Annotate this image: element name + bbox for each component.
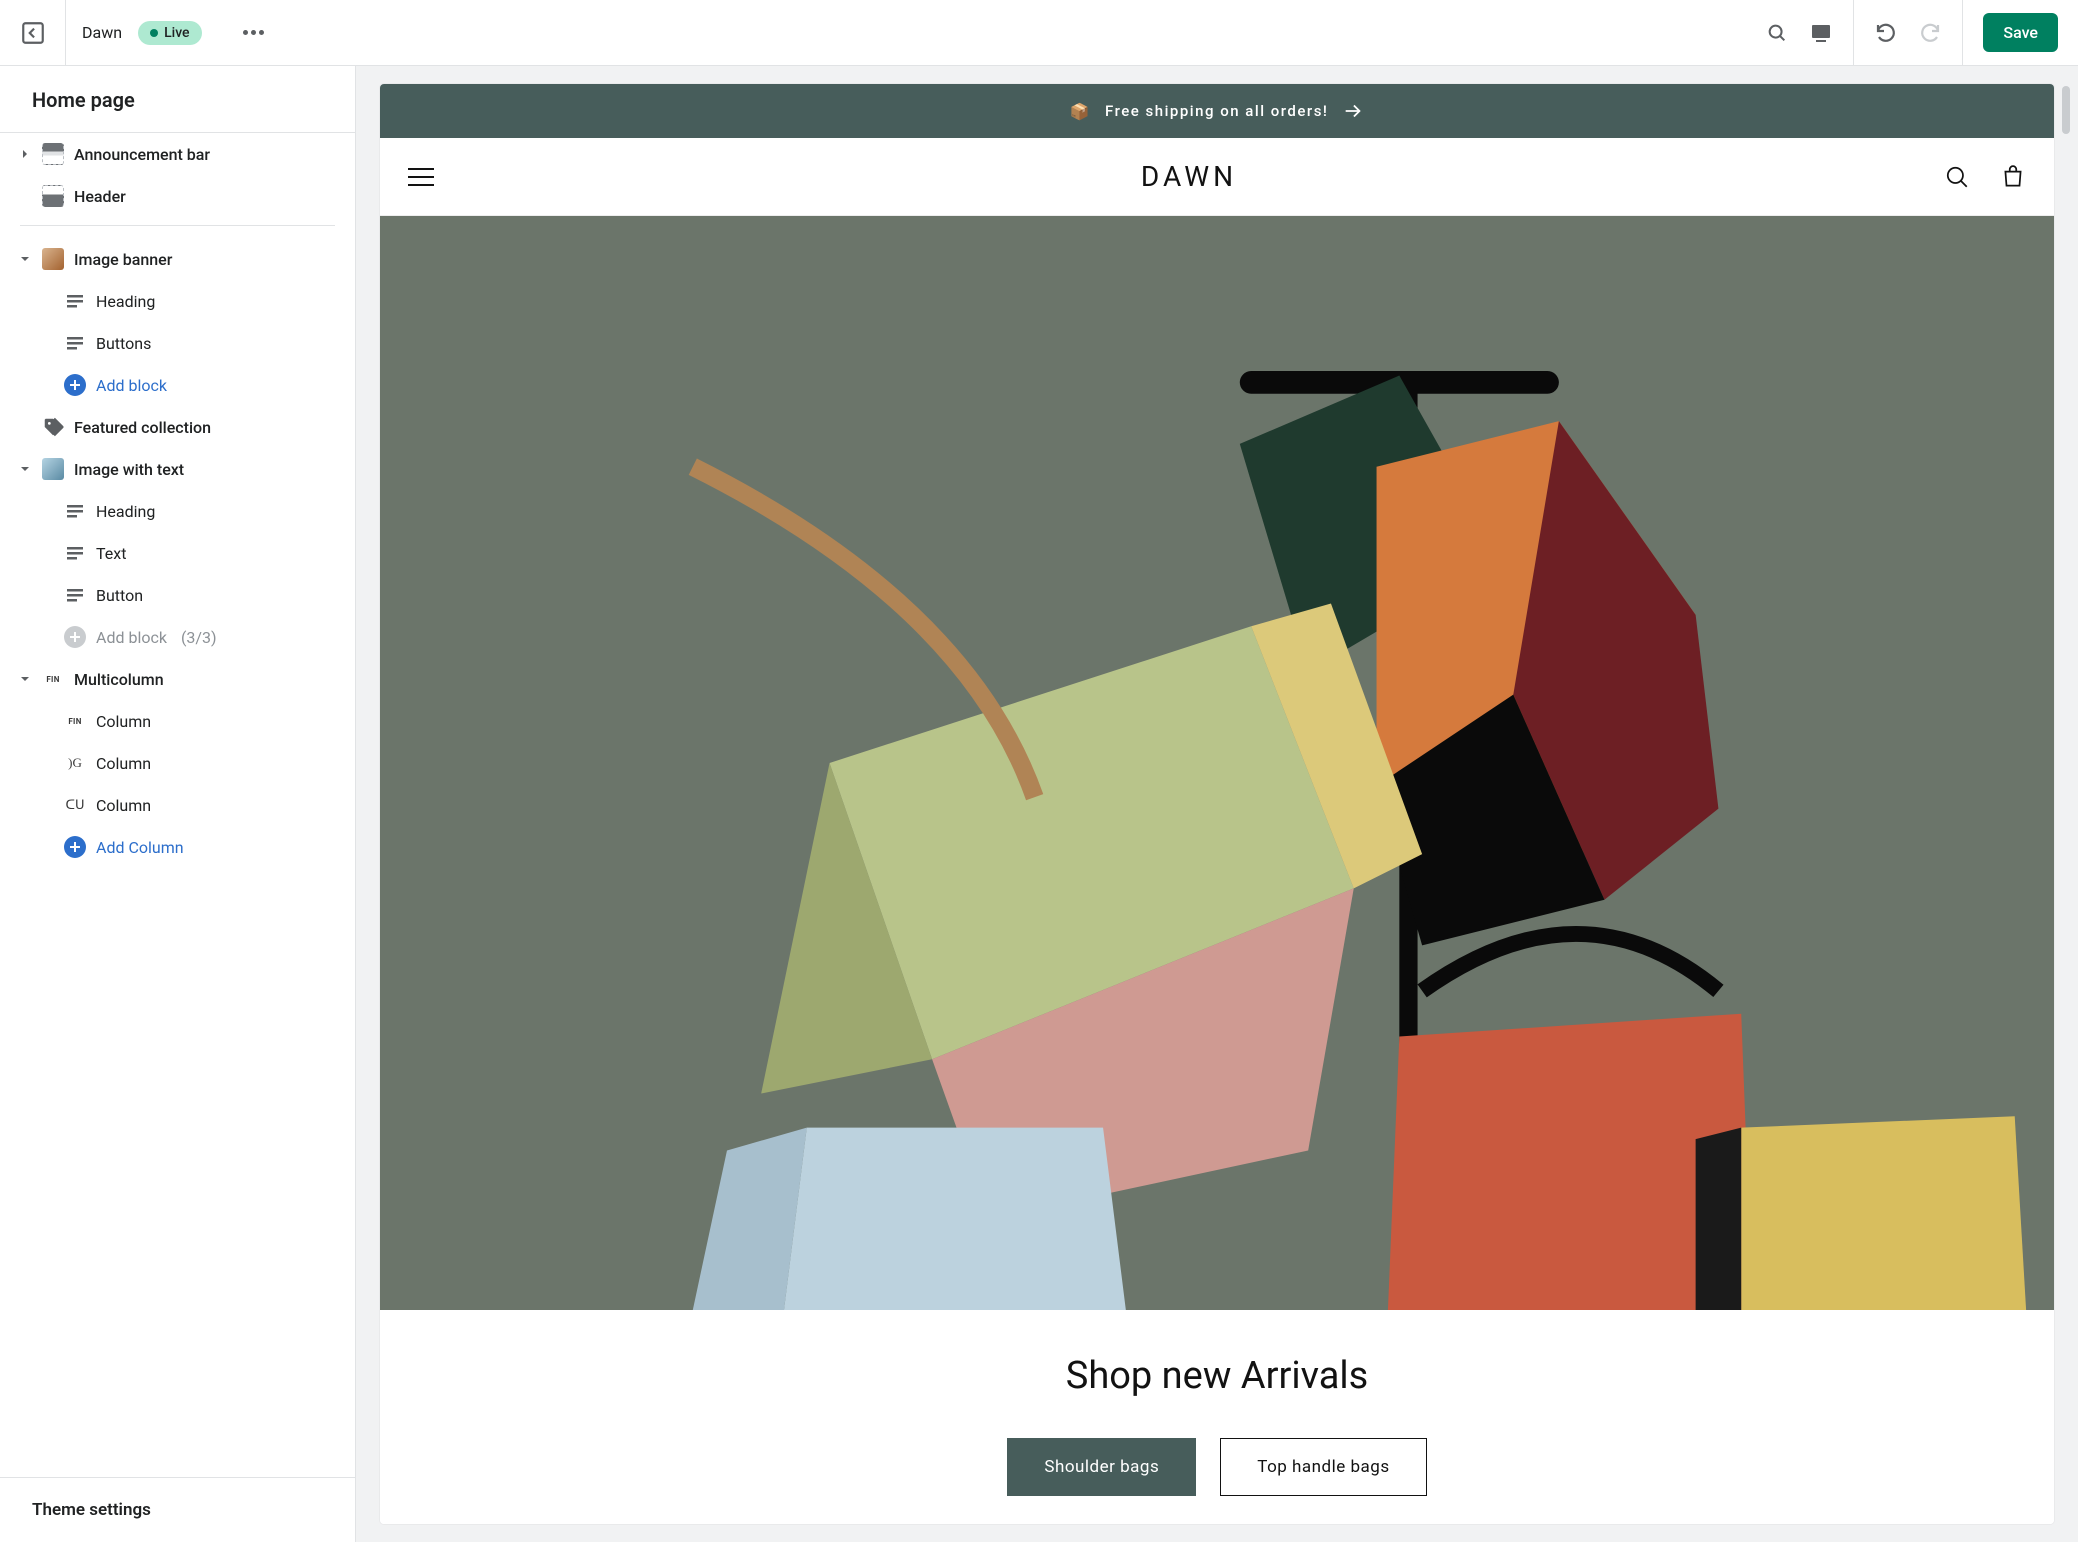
multicolumn-section-icon: FIN bbox=[42, 668, 64, 690]
add-column-button[interactable]: Add Column bbox=[0, 826, 355, 868]
plus-circle-icon bbox=[64, 374, 86, 396]
banner-heading: Shop new Arrivals bbox=[400, 1354, 2034, 1398]
plus-circle-icon bbox=[64, 836, 86, 858]
add-block-count: (3/3) bbox=[181, 628, 217, 647]
chevron-right-icon bbox=[18, 149, 32, 159]
package-icon: 📦 bbox=[1070, 102, 1091, 121]
plus-circle-icon bbox=[64, 626, 86, 648]
viewport-button[interactable] bbox=[1799, 11, 1843, 55]
section-label: Header bbox=[74, 187, 126, 206]
banner-primary-button[interactable]: Shoulder bags bbox=[1007, 1438, 1196, 1496]
back-button[interactable] bbox=[0, 0, 66, 66]
add-block-label: Add block bbox=[96, 628, 167, 647]
block-label: Button bbox=[96, 586, 143, 605]
block-button[interactable]: Button bbox=[0, 574, 355, 616]
section-label: Image with text bbox=[74, 460, 184, 479]
arrow-right-icon bbox=[1342, 100, 1364, 122]
section-announcement-bar[interactable]: Announcement bar bbox=[0, 133, 355, 175]
section-image-banner[interactable]: Image banner bbox=[0, 238, 355, 280]
block-label: Heading bbox=[96, 502, 155, 521]
undo-icon bbox=[1874, 21, 1898, 45]
preview-announcement-bar[interactable]: 📦 Free shipping on all orders! bbox=[380, 84, 2054, 138]
column-icon: FIN bbox=[64, 710, 86, 732]
sidebar: Home page Announcement bar Header bbox=[0, 66, 356, 1542]
text-block-icon bbox=[64, 332, 86, 354]
desktop-icon bbox=[1809, 21, 1833, 45]
add-block-disabled: Add block (3/3) bbox=[0, 616, 355, 658]
preview-banner-content: Shop new Arrivals Shoulder bags Top hand… bbox=[380, 1310, 2054, 1524]
text-block-icon bbox=[64, 290, 86, 312]
theme-settings-button[interactable]: Theme settings bbox=[0, 1477, 355, 1542]
theme-name: Dawn bbox=[82, 23, 122, 42]
text-block-icon bbox=[64, 584, 86, 606]
search-icon bbox=[1766, 22, 1788, 44]
block-buttons[interactable]: Buttons bbox=[0, 322, 355, 364]
announcement-text: Free shipping on all orders! bbox=[1105, 102, 1328, 120]
column-icon: )G bbox=[64, 752, 86, 774]
block-label: Heading bbox=[96, 292, 155, 311]
text-block-icon bbox=[64, 542, 86, 564]
cart-icon[interactable] bbox=[2000, 164, 2026, 190]
search-button[interactable] bbox=[1755, 11, 1799, 55]
live-badge: Live bbox=[138, 21, 201, 45]
featured-collection-icon bbox=[42, 416, 64, 438]
save-button[interactable]: Save bbox=[1983, 13, 2058, 52]
preview-store-header: DAWN bbox=[380, 138, 2054, 216]
section-header[interactable]: Header bbox=[0, 175, 355, 217]
redo-icon bbox=[1918, 21, 1942, 45]
preview-scrollbar[interactable] bbox=[2062, 86, 2070, 134]
topbar: Dawn Live bbox=[0, 0, 2078, 66]
section-label: Announcement bar bbox=[74, 145, 210, 164]
dots-icon bbox=[243, 30, 264, 35]
preview-pane: 📦 Free shipping on all orders! DAWN bbox=[356, 66, 2078, 1542]
section-label: Multicolumn bbox=[74, 670, 164, 689]
text-block-icon bbox=[64, 500, 86, 522]
block-label: Text bbox=[96, 544, 126, 563]
announcement-section-icon bbox=[42, 143, 64, 165]
add-block-button[interactable]: Add block bbox=[0, 364, 355, 406]
section-multicolumn[interactable]: FIN Multicolumn bbox=[0, 658, 355, 700]
block-label: Column bbox=[96, 754, 151, 773]
image-with-text-section-icon bbox=[42, 458, 64, 480]
block-label: Column bbox=[96, 796, 151, 815]
menu-button[interactable] bbox=[408, 168, 434, 186]
block-heading[interactable]: Heading bbox=[0, 280, 355, 322]
banner-secondary-button[interactable]: Top handle bags bbox=[1220, 1438, 1426, 1496]
search-icon[interactable] bbox=[1944, 164, 1970, 190]
chevron-down-icon bbox=[18, 464, 32, 474]
block-label: Buttons bbox=[96, 334, 151, 353]
add-column-label: Add Column bbox=[96, 838, 184, 857]
more-menu-button[interactable] bbox=[238, 17, 270, 49]
page-title: Home page bbox=[0, 66, 355, 132]
chevron-down-icon bbox=[18, 254, 32, 264]
header-section-icon bbox=[42, 185, 64, 207]
section-featured-collection[interactable]: Featured collection bbox=[0, 406, 355, 448]
block-column-2[interactable]: )G Column bbox=[0, 742, 355, 784]
block-label: Column bbox=[96, 712, 151, 731]
store-logo[interactable]: DAWN bbox=[1141, 160, 1237, 193]
block-heading[interactable]: Heading bbox=[0, 490, 355, 532]
section-image-with-text[interactable]: Image with text bbox=[0, 448, 355, 490]
preview-banner-image bbox=[380, 216, 2054, 1310]
redo-button[interactable] bbox=[1908, 11, 1952, 55]
block-column-1[interactable]: FIN Column bbox=[0, 700, 355, 742]
live-dot-icon bbox=[150, 29, 158, 37]
block-text[interactable]: Text bbox=[0, 532, 355, 574]
undo-button[interactable] bbox=[1864, 11, 1908, 55]
add-block-label: Add block bbox=[96, 376, 167, 395]
image-banner-section-icon bbox=[42, 248, 64, 270]
section-label: Image banner bbox=[74, 250, 172, 269]
section-label: Featured collection bbox=[74, 418, 211, 437]
column-icon: ᑕᑌ bbox=[64, 794, 86, 816]
chevron-down-icon bbox=[18, 674, 32, 684]
live-badge-label: Live bbox=[164, 25, 189, 41]
block-column-3[interactable]: ᑕᑌ Column bbox=[0, 784, 355, 826]
